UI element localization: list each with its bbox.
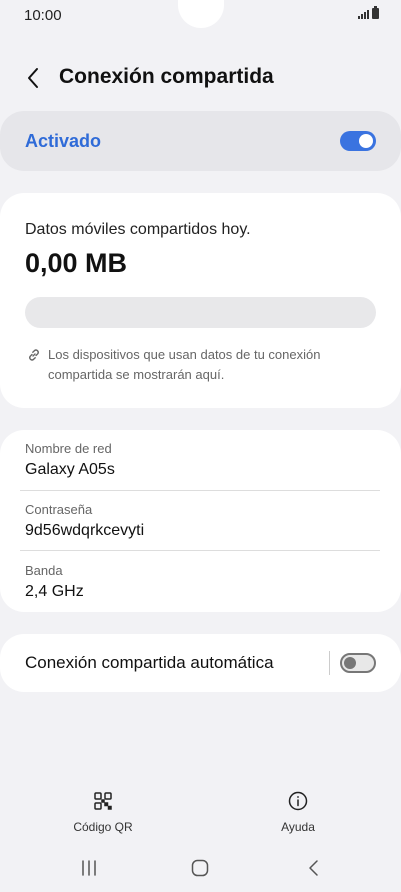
recent-apps-icon[interactable] <box>79 858 99 878</box>
band-row[interactable]: Banda 2,4 GHz <box>25 563 380 601</box>
qr-code-icon <box>92 790 114 812</box>
network-name-value: Galaxy A05s <box>25 461 115 478</box>
chevron-left-icon[interactable] <box>22 65 46 91</box>
data-usage-label: Datos móviles compartidos hoy. <box>25 221 251 238</box>
camera-notch <box>178 0 224 28</box>
data-usage-bar <box>25 297 376 328</box>
data-usage-note: Los dispositivos que usan datos de tu co… <box>48 347 321 382</box>
band-value: 2,4 GHz <box>25 583 84 600</box>
data-usage-value: 0,00 MB <box>25 248 128 278</box>
activation-label: Activado <box>25 131 102 151</box>
divider <box>329 651 330 675</box>
page-title: Conexión compartida <box>59 65 274 88</box>
link-icon <box>27 348 41 362</box>
info-icon <box>287 790 309 812</box>
back-icon[interactable] <box>304 858 324 878</box>
header: Conexión compartida <box>0 60 401 96</box>
battery-icon <box>372 6 379 19</box>
qr-code-button[interactable]: Código QR <box>48 790 158 836</box>
data-usage-card: Datos móviles compartidos hoy. 0,00 MB L… <box>0 193 401 408</box>
status-icons <box>358 6 379 19</box>
signal-icon <box>358 10 369 19</box>
divider <box>20 490 380 491</box>
activation-row[interactable]: Activado <box>0 111 401 171</box>
qr-code-label: Código QR <box>73 820 133 834</box>
home-icon[interactable] <box>190 858 210 878</box>
password-label: Contraseña <box>25 502 93 517</box>
password-value: 9d56wdqrkcevyti <box>25 522 145 539</box>
network-card: Nombre de red Galaxy A05s Contraseña 9d5… <box>0 430 401 612</box>
status-time: 10:00 <box>24 7 62 24</box>
auto-hotspot-toggle[interactable] <box>340 653 376 673</box>
divider <box>20 550 380 551</box>
network-name-label: Nombre de red <box>25 441 112 456</box>
auto-hotspot-row[interactable]: Conexión compartida automática <box>0 634 401 692</box>
hotspot-toggle[interactable] <box>340 131 376 151</box>
password-row[interactable]: Contraseña 9d56wdqrkcevyti <box>25 502 380 540</box>
network-name-row[interactable]: Nombre de red Galaxy A05s <box>25 441 380 479</box>
help-button[interactable]: Ayuda <box>243 790 353 836</box>
status-bar: 10:00 <box>0 0 401 34</box>
auto-hotspot-label: Conexión compartida automática <box>25 653 274 672</box>
navigation-bar <box>0 850 401 886</box>
toggle-knob <box>344 657 356 669</box>
help-label: Ayuda <box>281 820 315 834</box>
band-label: Banda <box>25 563 63 578</box>
toggle-knob <box>359 134 373 148</box>
